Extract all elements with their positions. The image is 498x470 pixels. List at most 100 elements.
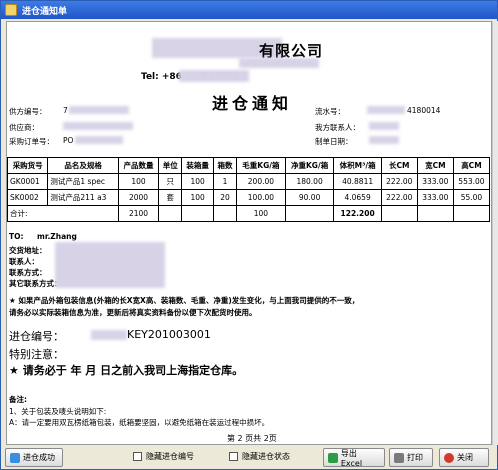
column-header: 箱数 (212, 157, 238, 174)
document-preview: 有限公司 Tel: +86-21-5107926 进仓通知 供方编号： 7 流水… (6, 21, 492, 445)
to-value: mr.Zhang (37, 232, 77, 241)
table-cell: 90.00 (284, 189, 335, 206)
redacted-inbound-prefix (91, 330, 127, 340)
table-cell: 222.00 (380, 173, 418, 190)
export-excel-button[interactable]: 导出 Excel (323, 448, 385, 468)
print-label: 打印 (407, 453, 423, 462)
supplier-label: 供应商： (9, 123, 39, 132)
title-bar: 进仓通知单 (1, 1, 497, 19)
table-cell: SK0002 (7, 189, 49, 206)
inbound-no-label: 进仓编号： (9, 330, 64, 343)
inbound-no-value: KEY201003001 (127, 328, 211, 341)
table-cell: 1 (212, 173, 238, 190)
table-cell: GK0001 (7, 173, 49, 190)
table-cell: 20 (212, 189, 238, 206)
table-cell: 200.00 (236, 173, 286, 190)
total-gross: 100 (236, 205, 286, 222)
vertical-scrollbar[interactable] (492, 21, 498, 445)
redacted-created-date (369, 136, 399, 144)
app-icon (5, 4, 17, 16)
page-indicator: 第 2 页共 2页 (227, 434, 277, 443)
hide-inbound-status-label: 隐藏进仓状态 (242, 452, 290, 461)
redacted-po (75, 136, 123, 144)
items-table: 采购货号 品名及规格 产品数量 单位 装箱量 箱数 毛重KG/箱 净重KG/箱 … (7, 157, 491, 222)
total-volume: 122.200 (333, 205, 382, 222)
printer-icon (394, 452, 404, 463)
remarks-line-2: A：请一定要用双瓦楞纸箱包装，纸箱要坚固，以避免纸箱在装运过程中损坏。 (9, 418, 270, 427)
column-header: 品名及规格 (47, 157, 119, 174)
close-icon (444, 452, 454, 463)
table-cell: 180.00 (284, 173, 335, 190)
redacted-supplier-no (69, 106, 129, 114)
supplier-no-value: 7 (63, 106, 68, 115)
special-notice-text: ★ 请务必于 年 月 日之前入我司上海指定仓库。 (9, 364, 244, 377)
table-row: GK0001 测试产品1 spec 100 只 100 1 200.00 180… (7, 173, 491, 190)
excel-icon (328, 452, 338, 463)
column-header: 高CM (452, 157, 491, 174)
table-cell: 套 (158, 189, 183, 206)
table-cell: 333.00 (416, 173, 454, 190)
column-header: 采购货号 (7, 157, 49, 174)
contact-method-label: 联系方式： (9, 268, 47, 277)
to-label: TO: (9, 232, 24, 241)
table-cell: 4.0659 (333, 189, 382, 206)
close-button[interactable]: 关闭 (439, 448, 489, 467)
contact-person-label: 联系人： (9, 257, 39, 266)
document-title: 进仓通知 (212, 94, 293, 113)
table-cell: 40.8811 (333, 173, 382, 190)
table-cell: 100 (181, 173, 214, 190)
column-header: 装箱量 (181, 157, 214, 174)
success-icon (10, 452, 20, 463)
table-cell: 553.00 (452, 173, 491, 190)
total-qty: 2100 (117, 205, 160, 222)
table-cell: 测试产品1 spec (47, 173, 119, 190)
redacted-our-contact (369, 122, 399, 130)
redacted-tel (179, 70, 249, 82)
redacted-address (239, 58, 319, 68)
table-cell: 333.00 (416, 189, 454, 206)
serial-no-value: 4180014 (407, 106, 441, 115)
po-label: 采购订单号： (9, 137, 54, 146)
inbound-success-button[interactable]: 进仓成功 (5, 448, 63, 467)
note-line-2: 请务必以实际装箱信息为准，更新后将真实资料备份以便下次配货时使用。 (9, 308, 257, 317)
redacted-contact-info (55, 242, 165, 288)
column-header: 毛重KG/箱 (236, 157, 286, 174)
print-button[interactable]: 打印 (389, 448, 433, 467)
notice-window: 进仓通知单 有限公司 Tel: +86-21-5107926 进仓通知 供方编号… (0, 0, 498, 470)
po-value: PO (63, 136, 74, 145)
table-cell: 2000 (117, 189, 160, 206)
column-header: 长CM (380, 157, 418, 174)
column-header: 单位 (158, 157, 183, 174)
table-cell: 100 (181, 189, 214, 206)
table-row: SK0002 测试产品211 a3 2000 套 100 20 100.00 9… (7, 189, 491, 206)
address-label: 交货地址： (9, 246, 47, 255)
table-total-row: 合计: 2100 100 122.200 (7, 205, 491, 222)
checkbox-box (133, 452, 142, 461)
special-notice-label: 特别注意： (9, 348, 64, 361)
remarks-line-1: 1、关于包装及唛头说明如下: (9, 407, 107, 416)
column-header: 净重KG/箱 (284, 157, 335, 174)
inbound-success-label: 进仓成功 (23, 453, 55, 462)
serial-no-label: 流水号： (315, 107, 345, 116)
table-cell: 只 (158, 173, 183, 190)
checkbox-box (229, 452, 238, 461)
table-header-row: 采购货号 品名及规格 产品数量 单位 装箱量 箱数 毛重KG/箱 净重KG/箱 … (7, 157, 491, 174)
supplier-no-label: 供方编号： (9, 107, 47, 116)
redacted-supplier (63, 122, 133, 130)
table-cell: 100.00 (236, 189, 286, 206)
close-label: 关闭 (457, 453, 473, 462)
hide-inbound-status-checkbox[interactable]: 隐藏进仓状态 (229, 451, 290, 462)
table-cell: 55.00 (452, 189, 491, 206)
other-contact-label: 其它联系方式： (9, 279, 62, 288)
total-label: 合计: (7, 205, 119, 222)
redacted-serial-no (367, 106, 405, 114)
hide-inbound-no-label: 隐藏进仓编号 (146, 452, 194, 461)
remarks-label: 备注: (9, 395, 27, 404)
note-line-1: ★ 如果产品外箱包装信息(外箱的长X宽X高、装箱数、毛重、净重)发生变化，与上面… (9, 296, 360, 305)
table-cell: 222.00 (380, 189, 418, 206)
column-header: 体积M³/箱 (333, 157, 382, 174)
our-contact-label: 我方联系人： (315, 123, 360, 132)
hide-inbound-no-checkbox[interactable]: 隐藏进仓编号 (133, 451, 194, 462)
window-title: 进仓通知单 (22, 6, 68, 17)
created-date-label: 制单日期： (315, 137, 353, 146)
